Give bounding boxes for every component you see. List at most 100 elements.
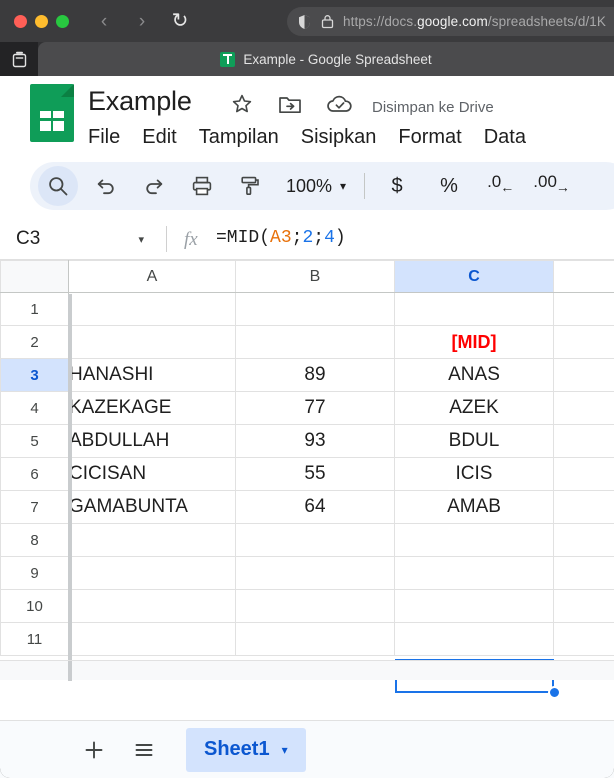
print-icon[interactable] <box>182 166 222 206</box>
cell-b6[interactable]: 55 <box>235 457 395 491</box>
select-all-corner[interactable] <box>0 260 69 293</box>
menu-item-tampilan[interactable]: Tampilan <box>199 126 279 149</box>
star-icon[interactable] <box>230 92 254 116</box>
cell-c3[interactable]: ANAS <box>394 358 554 392</box>
row-header-10[interactable]: 10 <box>0 589 69 623</box>
cell-b9[interactable] <box>235 556 395 590</box>
cell-c8[interactable] <box>394 523 554 557</box>
sheet-tab-sheet1[interactable]: Sheet1 ▾ <box>186 727 306 772</box>
zoom-selector[interactable]: 100% ▾ <box>286 176 346 197</box>
menu-item-data[interactable]: Data <box>484 126 526 149</box>
cell-d4[interactable] <box>553 391 614 425</box>
cell-a3[interactable]: HANASHI <box>68 358 236 392</box>
cell-d6[interactable] <box>553 457 614 491</box>
cell-d1[interactable] <box>553 292 614 326</box>
cell-c10[interactable] <box>394 589 554 623</box>
cell-a5[interactable]: ABDULLAH <box>68 424 236 458</box>
row-header-6[interactable]: 6 <box>0 457 69 491</box>
browser-tab-active[interactable]: Example - Google Spreadsheet <box>38 42 614 76</box>
cell-a4[interactable]: KAZEKAGE <box>68 391 236 425</box>
row-header-2[interactable]: 2 <box>0 325 69 359</box>
column-header-a[interactable]: A <box>68 260 236 293</box>
cell-b7[interactable]: 64 <box>235 490 395 524</box>
fx-icon[interactable]: fx <box>184 229 198 251</box>
cell-c4[interactable]: AZEK <box>394 391 554 425</box>
cell-d7[interactable] <box>553 490 614 524</box>
menu-item-format[interactable]: Format <box>398 126 461 149</box>
decrease-decimal-button[interactable]: .0 ← <box>487 166 515 206</box>
row-header-11[interactable]: 11 <box>0 622 69 656</box>
forward-icon[interactable]: › <box>125 6 159 36</box>
cell-c5[interactable]: BDUL <box>394 424 554 458</box>
cell-d2[interactable] <box>553 325 614 359</box>
cell-b5[interactable]: 93 <box>235 424 395 458</box>
add-sheet-button[interactable] <box>74 730 114 770</box>
column-header-c[interactable]: C <box>394 260 554 293</box>
cell-a8[interactable] <box>68 523 236 557</box>
currency-format-button[interactable]: $ <box>377 166 417 206</box>
cell-c1[interactable] <box>394 292 554 326</box>
row-header-4[interactable]: 4 <box>0 391 69 425</box>
formula-input[interactable]: =MID(A3;2;4) <box>216 228 346 248</box>
increase-decimal-button[interactable]: .00 → <box>533 166 571 206</box>
row-header-8[interactable]: 8 <box>0 523 69 557</box>
menu-item-sisipkan[interactable]: Sisipkan <box>301 126 377 149</box>
menu-item-edit[interactable]: Edit <box>142 126 176 149</box>
menu-item-file[interactable]: File <box>88 126 120 149</box>
all-sheets-button[interactable] <box>124 730 164 770</box>
cell-d10[interactable] <box>553 589 614 623</box>
tab-list-icon[interactable] <box>0 42 38 76</box>
cell-c7[interactable]: AMAB <box>394 490 554 524</box>
url-suffix: /spreadsheets/d/1K <box>487 14 607 29</box>
address-bar[interactable]: https://docs.google.com/spreadsheets/d/1… <box>287 7 614 36</box>
close-window-button[interactable] <box>14 14 27 28</box>
back-icon[interactable]: ‹ <box>87 6 121 36</box>
cell-a11[interactable] <box>68 622 236 656</box>
cell-c11[interactable] <box>394 622 554 656</box>
cell-b1[interactable] <box>235 292 395 326</box>
cell-a9[interactable] <box>68 556 236 590</box>
paint-format-icon[interactable] <box>230 166 270 206</box>
fill-handle[interactable] <box>548 686 561 699</box>
cell-b4[interactable]: 77 <box>235 391 395 425</box>
cell-c9[interactable] <box>394 556 554 590</box>
cell-d9[interactable] <box>553 556 614 590</box>
name-box[interactable]: C3 ▾ <box>16 218 156 260</box>
cell-b8[interactable] <box>235 523 395 557</box>
document-title[interactable]: Example <box>88 86 192 117</box>
browser-window: ‹ › ↻ https://docs.google.com/spreadshee… <box>0 0 614 778</box>
cloud-saved-icon[interactable] <box>326 93 354 115</box>
cell-a6[interactable]: CICISAN <box>68 457 236 491</box>
cell-d11[interactable] <box>553 622 614 656</box>
maximize-window-button[interactable] <box>56 14 69 28</box>
cell-b10[interactable] <box>235 589 395 623</box>
row-header-7[interactable]: 7 <box>0 490 69 524</box>
cell-b2[interactable] <box>235 325 395 359</box>
cell-c6[interactable]: ICIS <box>394 457 554 491</box>
percent-format-button[interactable]: % <box>429 166 469 206</box>
column-header-b[interactable]: B <box>235 260 395 293</box>
google-sheets-logo[interactable] <box>30 84 74 142</box>
cell-d8[interactable] <box>553 523 614 557</box>
cell-a2[interactable] <box>68 325 236 359</box>
cell-d5[interactable] <box>553 424 614 458</box>
cell-b11[interactable] <box>235 622 395 656</box>
row-header-3[interactable]: 3 <box>0 358 69 392</box>
move-to-folder-icon[interactable] <box>278 93 302 115</box>
minimize-window-button[interactable] <box>35 14 48 28</box>
search-icon[interactable] <box>38 166 78 206</box>
cell-c2[interactable]: [MID] <box>394 325 554 359</box>
row-header-1[interactable]: 1 <box>0 292 69 326</box>
frozen-column-divider[interactable] <box>68 294 72 660</box>
row-header-5[interactable]: 5 <box>0 424 69 458</box>
cell-b3[interactable]: 89 <box>235 358 395 392</box>
cell-a10[interactable] <box>68 589 236 623</box>
cell-d3[interactable] <box>553 358 614 392</box>
column-header-d[interactable] <box>553 260 614 293</box>
reload-icon[interactable]: ↻ <box>163 6 197 36</box>
cell-a1[interactable] <box>68 292 236 326</box>
row-header-9[interactable]: 9 <box>0 556 69 590</box>
cell-a7[interactable]: GAMABUNTA <box>68 490 236 524</box>
undo-icon[interactable] <box>86 166 126 206</box>
redo-icon[interactable] <box>134 166 174 206</box>
